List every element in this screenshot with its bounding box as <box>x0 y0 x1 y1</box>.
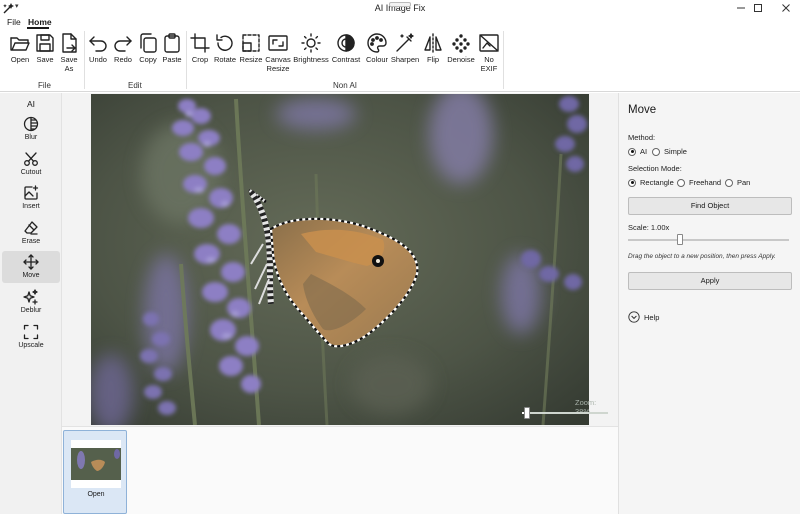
ai-tools-sidebar: AI Blur Cutout Insert Erase Move Deblur … <box>0 93 62 514</box>
resize-button[interactable]: Resize <box>238 32 264 64</box>
filmstrip-item-label: Open <box>87 491 105 498</box>
flip-button[interactable]: Flip <box>420 32 446 64</box>
method-ai-radio[interactable]: AI <box>628 147 647 156</box>
image-canvas-area[interactable]: Zoom: 38% <box>62 93 618 426</box>
copy-icon <box>140 33 157 53</box>
canvas-resize-button[interactable]: Canvas Resize <box>265 32 291 73</box>
radio-unselected-icon <box>725 178 733 187</box>
redo-button[interactable]: Redo <box>110 32 136 64</box>
sidebar-item-move[interactable]: Move <box>2 251 60 283</box>
scale-slider-track[interactable] <box>628 239 789 241</box>
move-hint-text: Drag the object to a new position, then … <box>628 253 776 260</box>
sidebar-item-deblur[interactable]: Deblur <box>2 286 60 318</box>
zoom-slider-thumb[interactable] <box>524 407 530 419</box>
maximize-icon <box>754 4 762 12</box>
brightness-button[interactable]: Brightness <box>293 32 329 64</box>
copy-button[interactable]: Copy <box>135 32 161 64</box>
undo-button[interactable]: Undo <box>85 32 111 64</box>
image-filmstrip: Open <box>62 426 618 514</box>
denoise-button[interactable]: Denoise <box>447 32 475 64</box>
clipboard-icon <box>164 33 180 53</box>
selection-pan-radio[interactable]: Pan <box>725 178 750 187</box>
paste-button[interactable]: Paste <box>159 32 185 64</box>
scale-slider-thumb[interactable] <box>677 234 683 245</box>
rotate-button[interactable]: Rotate <box>212 32 238 64</box>
rotate-icon <box>216 34 233 51</box>
flip-icon <box>424 33 442 53</box>
sidebar-heading: AI <box>26 99 36 109</box>
contrast-button[interactable]: Contrast <box>332 32 360 64</box>
sparkles-icon <box>23 289 38 305</box>
group-label-file: File <box>38 81 51 90</box>
save-as-icon <box>62 33 77 53</box>
open-button[interactable]: Open <box>7 32 33 64</box>
apply-button[interactable]: Apply <box>628 272 792 290</box>
photo-canvas[interactable] <box>91 94 589 425</box>
drag-handle[interactable] <box>389 2 411 7</box>
menu-home[interactable]: Home <box>28 17 52 27</box>
save-as-button[interactable]: Save As <box>56 32 82 73</box>
floppy-disk-icon <box>36 34 54 52</box>
radio-selected-icon <box>628 147 636 156</box>
filmstrip-item[interactable]: Open <box>63 430 127 514</box>
radio-selected-icon <box>628 178 636 187</box>
panel-title: Move <box>628 104 657 116</box>
method-label: Method: <box>628 133 656 142</box>
selection-rectangle-radio[interactable]: Rectangle <box>628 178 674 187</box>
scissors-icon <box>24 152 38 166</box>
find-object-button[interactable]: Find Object <box>628 197 792 215</box>
sidebar-item-insert[interactable]: Insert <box>2 182 60 214</box>
move-arrows-icon <box>23 254 39 270</box>
crop-icon <box>190 33 210 53</box>
colour-button[interactable]: Colour <box>364 32 390 64</box>
magic-wand-icon <box>396 33 414 52</box>
maximize-button[interactable] <box>743 0 773 16</box>
title-bar: ▾ AI Image Fix <box>0 0 800 16</box>
radio-unselected-icon <box>677 178 685 187</box>
sidebar-item-erase[interactable]: Erase <box>2 217 60 249</box>
undo-icon <box>89 36 107 52</box>
expand-corners-icon <box>23 324 39 340</box>
folder-open-icon <box>10 37 30 51</box>
sidebar-item-blur[interactable]: Blur <box>2 113 60 145</box>
palette-icon <box>367 33 387 53</box>
scale-label: Scale: 1.00x <box>628 223 670 232</box>
tool-options-panel: Move Method: AI Simple Selection Mode: R… <box>618 93 800 514</box>
eraser-icon <box>24 221 38 235</box>
group-label-nonai: Non AI <box>333 81 358 90</box>
no-image-icon <box>479 34 499 52</box>
sparkle-dots-icon <box>452 34 470 53</box>
sun-icon <box>301 33 321 53</box>
method-simple-radio[interactable]: Simple <box>652 147 687 156</box>
blur-icon <box>23 116 39 132</box>
chevron-down-circle-icon <box>628 311 640 323</box>
selection-mode-label: Selection Mode: <box>628 164 682 173</box>
sidebar-item-upscale[interactable]: Upscale <box>2 321 60 353</box>
crop-button[interactable]: Crop <box>187 32 213 64</box>
contrast-icon <box>337 34 355 52</box>
no-exif-button[interactable]: No EXIF <box>476 32 502 73</box>
image-add-icon <box>24 185 39 200</box>
thumbnail-image <box>71 440 121 488</box>
selection-freehand-radio[interactable]: Freehand <box>677 178 721 187</box>
canvas-resize-icon <box>268 35 288 51</box>
save-button[interactable]: Save <box>32 32 58 64</box>
ribbon-toolbar: Open Save Save As File Undo Redo Copy Pa… <box>0 29 800 92</box>
menu-file[interactable]: File <box>7 17 21 27</box>
group-label-edit: Edit <box>128 81 142 90</box>
sharpen-button[interactable]: Sharpen <box>391 32 419 64</box>
menu-bar: File Home <box>0 16 800 29</box>
radio-unselected-icon <box>652 147 660 156</box>
sidebar-item-cutout[interactable]: Cutout <box>2 148 60 180</box>
resize-icon <box>242 34 260 52</box>
help-toggle[interactable]: Help <box>628 311 659 323</box>
zoom-slider-track[interactable] <box>522 412 608 414</box>
redo-icon <box>114 36 132 52</box>
ribbon-divider <box>503 31 504 89</box>
close-icon <box>782 4 790 12</box>
close-button[interactable] <box>771 0 800 16</box>
